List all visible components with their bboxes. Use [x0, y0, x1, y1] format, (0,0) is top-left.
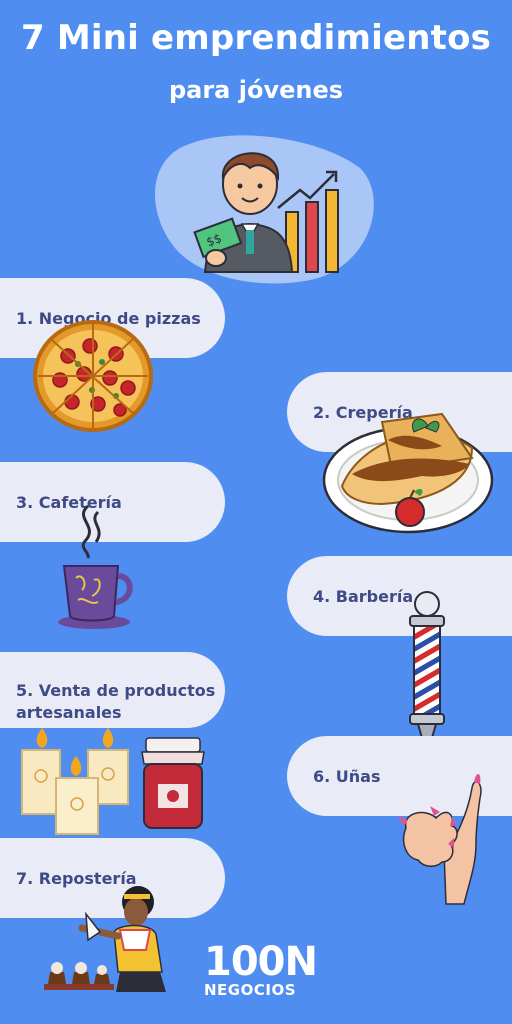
pizza-icon: [33, 320, 153, 432]
item-artesanales-label: 5. Venta de productos artesanales: [0, 652, 225, 728]
page-title: 7 Mini emprendimientos: [20, 18, 492, 58]
entrepreneur-growth-icon: $$: [155, 135, 374, 284]
page-subtitle: para jóvenes: [168, 76, 344, 104]
brand-logo: 100N NEGOCIOS: [204, 939, 318, 998]
item-unas-text: 6. Uñas: [313, 766, 381, 786]
item-barberia-text: 4. Barbería: [313, 586, 414, 606]
brand-number: 100N: [204, 939, 318, 985]
manicure-hand-icon: [398, 773, 482, 905]
barber-pole-icon: [409, 591, 445, 739]
candles-jar-icon: [21, 728, 205, 835]
item-artesanales-text-line1: 5. Venta de productos: [16, 681, 216, 700]
crepe-plate-icon: [322, 412, 494, 534]
baker-icon: [44, 886, 166, 992]
item-artesanales-text-line2: artesanales: [16, 703, 122, 722]
item-barberia-label: 4. Barbería: [287, 556, 512, 636]
coffee-cup-icon: [58, 504, 133, 629]
